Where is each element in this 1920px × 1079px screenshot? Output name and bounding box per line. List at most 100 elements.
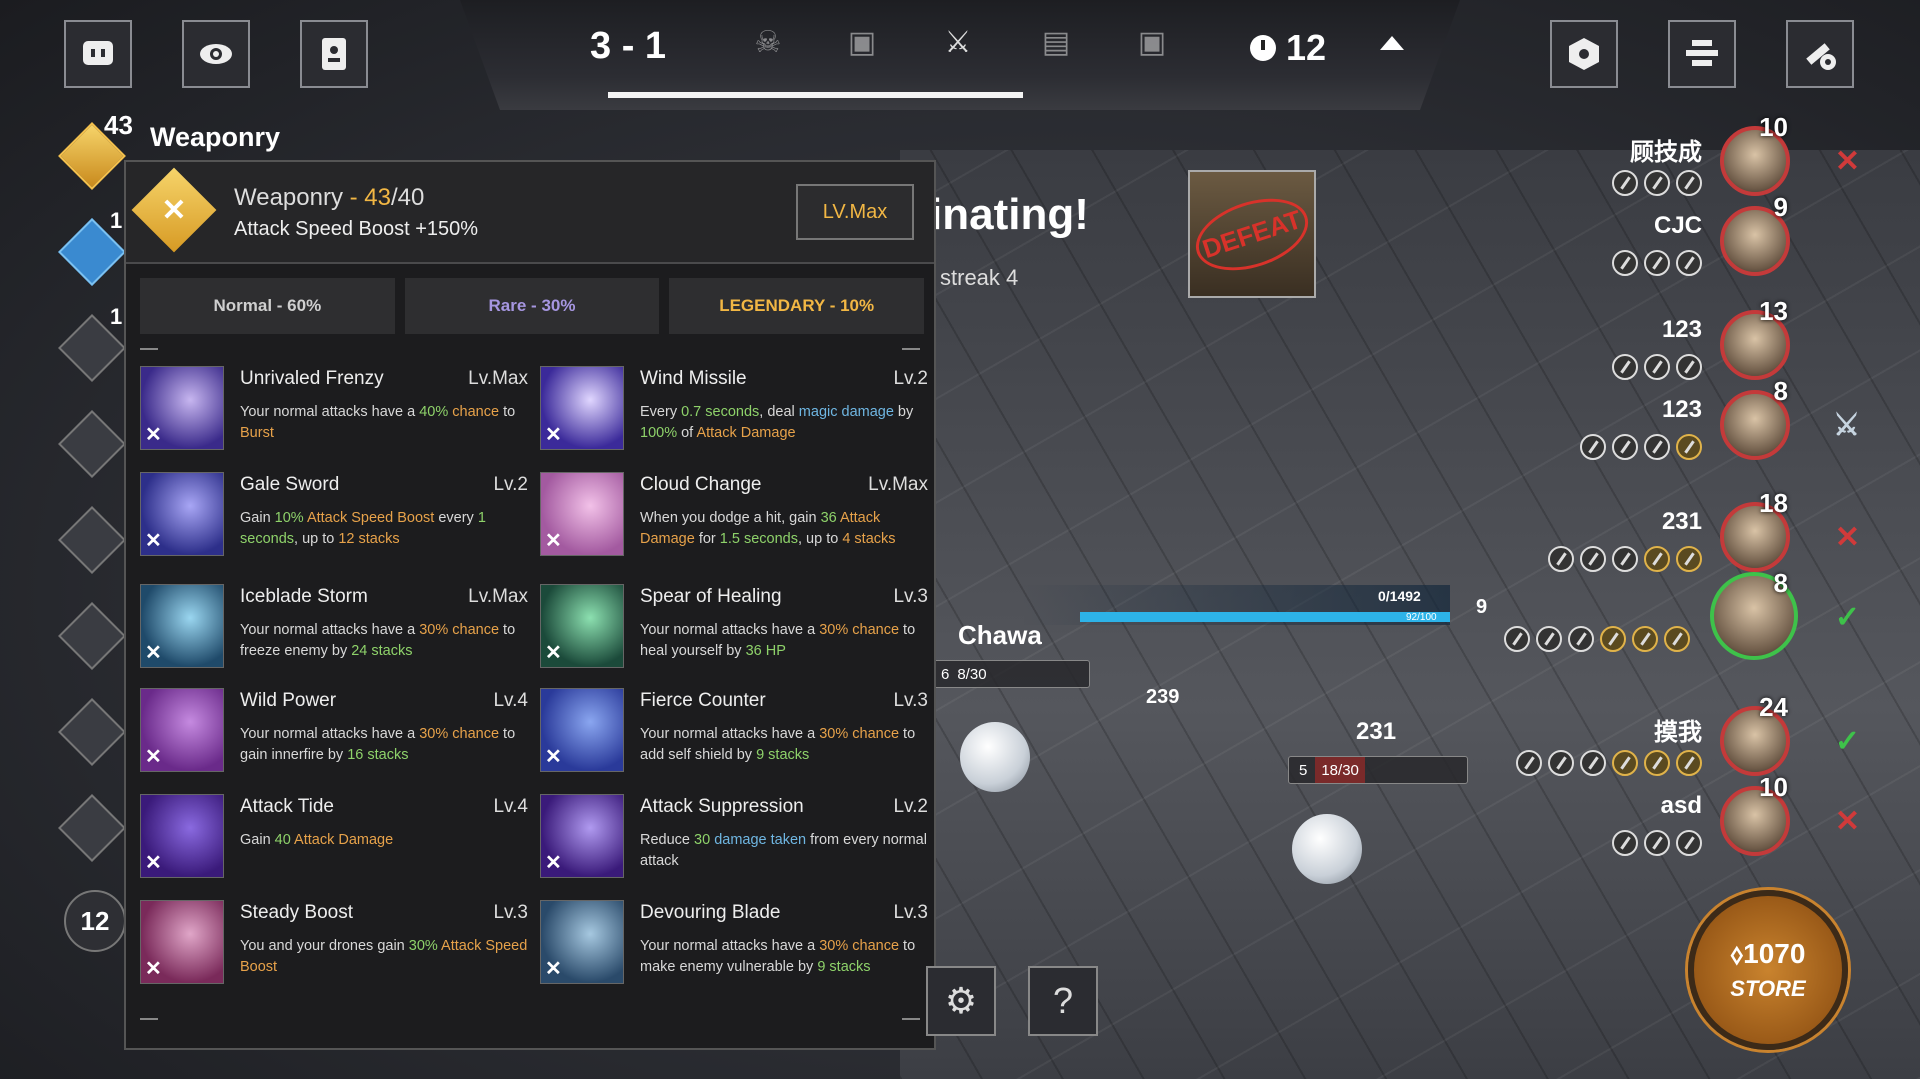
skill-art-icon: ✕	[140, 472, 224, 556]
divider-right-top	[902, 348, 920, 350]
drone-trait-button[interactable]	[58, 794, 126, 862]
player-row[interactable]: 摸我 24 ✓	[1460, 692, 1920, 780]
flower-trait-count: 1	[110, 304, 123, 329]
player-level: 24	[1759, 692, 1788, 722]
level-max-badge: LV.Max	[796, 184, 914, 240]
drone-button[interactable]: ⚙	[926, 966, 996, 1036]
streak-coin-icon	[1504, 626, 1530, 652]
energy-text: 92/100	[1406, 612, 1437, 623]
streak-coin-icon	[1644, 546, 1670, 572]
player-level: 8	[1773, 376, 1788, 406]
skill-card[interactable]: ✕ Wind Missile Lv.2 Every 0.7 seconds, deal…	[540, 366, 928, 466]
card-stage-icon: ▣	[847, 25, 877, 59]
hp-bar	[1080, 612, 1450, 622]
store-label: STORE	[1730, 976, 1806, 1001]
player-level: 9	[1773, 192, 1788, 222]
skill-card[interactable]: ✕ Iceblade Storm Lv.Max Your normal attacks…	[140, 584, 528, 684]
skill-name: Cloud Change	[640, 474, 762, 495]
skill-art-icon: ✕	[540, 688, 624, 772]
deck-button[interactable]	[300, 20, 368, 88]
streak-coin-icon	[1676, 434, 1702, 460]
skill-card[interactable]: ✕ Attack Suppression Lv.2 Reduce 30 damage …	[540, 794, 928, 894]
skill-level: Lv.Max	[868, 474, 928, 495]
streak-coin-icon	[1644, 750, 1670, 776]
player-level: 8	[1773, 568, 1788, 598]
flame-trait-button[interactable]	[58, 602, 126, 670]
shield-trait-button[interactable]	[58, 506, 126, 574]
enemy-resource-pill: 5 18/30	[1288, 756, 1468, 784]
skill-card[interactable]: ✕ Attack Tide Lv.4 Gain 40 Attack Damage	[140, 794, 528, 894]
streak-coin-icon	[1580, 750, 1606, 776]
skill-level: Lv.3	[893, 902, 928, 923]
skill-card[interactable]: ✕ Cloud Change Lv.Max When you dodge a hit,…	[540, 472, 928, 572]
store-button[interactable]: ⬨1070 STORE	[1688, 890, 1848, 1050]
wing-trait-count: 1	[110, 208, 123, 233]
skill-description: Every 0.7 seconds, deal magic damage by …	[640, 404, 914, 441]
hexagon-button[interactable]	[1550, 20, 1618, 88]
weaponry-mark-icon: ✕	[545, 424, 562, 446]
skill-name: Wind Missile	[640, 368, 747, 389]
skill-art-icon: ✕	[140, 900, 224, 984]
streak-coin-icon	[1568, 626, 1594, 652]
skill-card[interactable]: ✕ Steady Boost Lv.3 You and your drones gai…	[140, 900, 528, 1000]
weaponry-mark-icon: ✕	[145, 530, 162, 552]
card-stage-icon-2: ▣	[1137, 25, 1167, 59]
skill-card[interactable]: ✕ Devouring Blade Lv.3 Your normal attacks …	[540, 900, 928, 1000]
lightning-trait-button[interactable]	[58, 698, 126, 766]
streak-coin-icon	[1536, 626, 1562, 652]
player-row[interactable]: 8 ✓	[1460, 568, 1920, 660]
streak-coin-icon	[1676, 546, 1702, 572]
player-row[interactable]: 231 18 ✕	[1460, 488, 1920, 576]
weaponry-mark-icon: ✕	[545, 642, 562, 664]
skill-card[interactable]: ✕ Unrivaled Frenzy Lv.Max Your normal attac…	[140, 366, 528, 466]
enemy-name: 231	[1356, 718, 1397, 745]
divider-right-bottom	[902, 1018, 920, 1020]
help-button[interactable]: ?	[1028, 966, 1098, 1036]
timer-value: 12	[1286, 27, 1327, 68]
streak-coin-icon	[1632, 626, 1658, 652]
streak-coin-icon	[1664, 626, 1690, 652]
weaponry-mark-icon: ✕	[145, 852, 162, 874]
skill-name: Unrivaled Frenzy	[240, 368, 384, 389]
view-button[interactable]	[182, 20, 250, 88]
loss-x-icon: ✕	[1834, 521, 1860, 554]
skill-level: Lv.Max	[468, 586, 528, 607]
player-row[interactable]: 顾技成 10 ✕	[1460, 112, 1920, 200]
player-streak-coins	[1548, 546, 1702, 572]
skill-level: Lv.4	[493, 690, 528, 711]
skill-description: Gain 10% Attack Speed Boost every 1 seco…	[240, 510, 486, 547]
player-row[interactable]: CJC 9	[1460, 192, 1920, 280]
enemy-prefix: 5	[1299, 761, 1308, 779]
tab-legendary[interactable]: LEGENDARY - 10%	[669, 278, 925, 334]
weaponry-header-icon: ✕	[131, 167, 217, 253]
streak-coin-icon	[1612, 434, 1638, 460]
skill-description: Your normal attacks have a 30% chance to…	[640, 938, 916, 975]
skill-name: Spear of Healing	[640, 586, 782, 607]
player-name: Chawa	[958, 620, 1042, 650]
expand-up-icon[interactable]	[1380, 36, 1404, 50]
streak-coin-icon	[1612, 170, 1638, 196]
skill-description: Reduce 30 damage taken from every normal…	[640, 832, 927, 869]
tab-normal[interactable]: Normal - 60%	[140, 278, 395, 334]
player-streak-coins	[1612, 354, 1702, 380]
ranking-button[interactable]	[1668, 20, 1736, 88]
player-row[interactable]: 123 13	[1460, 296, 1920, 384]
skill-card[interactable]: ✕ Wild Power Lv.4 Your normal attacks have …	[140, 688, 528, 788]
tab-rare[interactable]: Rare - 30%	[404, 278, 660, 334]
skill-card[interactable]: ✕ Gale Sword Lv.2 Gain 10% Attack Speed Boo…	[140, 472, 528, 572]
streak-coin-icon	[1644, 434, 1670, 460]
streak-coin-icon	[1612, 250, 1638, 276]
skill-card[interactable]: ✕ Fierce Counter Lv.3 Your normal attacks h…	[540, 688, 928, 788]
lightning-icon	[58, 698, 126, 766]
panel-header: ✕ Weaponry - 43/40 Attack Speed Boost +1…	[126, 162, 934, 264]
player-row[interactable]: asd 10 ✕	[1460, 772, 1920, 860]
player-name: CJC	[1653, 212, 1702, 239]
skill-level: Lv.4	[493, 796, 528, 817]
chat-button[interactable]	[64, 20, 132, 88]
versus-icon: ⚔	[1833, 409, 1860, 442]
skill-card[interactable]: ✕ Spear of Healing Lv.3 Your normal attacks…	[540, 584, 928, 684]
player-level: 18	[1759, 488, 1788, 518]
player-row[interactable]: 123 8 ⚔	[1460, 376, 1920, 464]
eagle-trait-button[interactable]	[58, 410, 126, 478]
settings-button[interactable]	[1786, 20, 1854, 88]
